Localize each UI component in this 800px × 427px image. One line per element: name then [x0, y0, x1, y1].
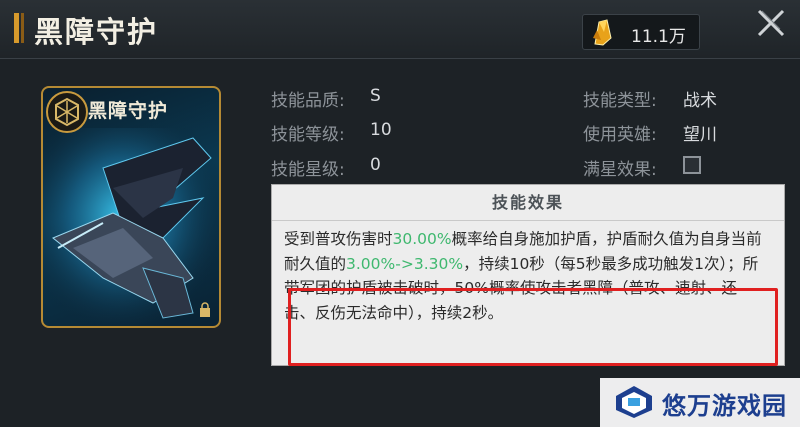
highlight-annotation-box	[288, 288, 778, 366]
currency-display: 11.1万	[582, 14, 700, 50]
title-accent-bar	[14, 13, 19, 43]
effect-highlight-shield: 3.00%->3.30%	[346, 254, 464, 273]
card-title: 黑障守护	[88, 100, 169, 122]
page-title: 黑障守护	[34, 15, 159, 49]
skill-illustration	[43, 128, 219, 326]
lock-badge-icon	[200, 302, 210, 317]
star-label: 技能星级:	[271, 160, 345, 180]
yellow-crystal-icon	[593, 19, 612, 46]
skill-card: 黑障守护	[41, 86, 221, 328]
hexagon-emblem-icon	[46, 91, 88, 133]
fullstar-checkbox[interactable]	[683, 156, 701, 174]
quality-value: S	[370, 86, 381, 106]
effect-divider	[272, 220, 784, 221]
fullstar-label: 满星效果:	[583, 160, 657, 180]
effect-text-part: 受到普攻伤害时	[284, 230, 393, 248]
hero-label: 使用英雄:	[583, 125, 657, 145]
effect-header: 技能效果	[491, 193, 564, 212]
title-accent-bar-secondary	[21, 13, 24, 43]
quality-label: 技能品质:	[271, 91, 345, 111]
effect-highlight-chance: 30.00%	[392, 230, 452, 248]
watermark: 悠万游戏园	[600, 378, 800, 427]
close-button[interactable]	[740, 0, 800, 50]
close-icon	[757, 9, 785, 37]
watermark-logo-icon	[616, 386, 652, 418]
level-label: 技能等级:	[271, 125, 345, 145]
top-bar: 黑障守护 11.1万	[0, 0, 800, 59]
hero-value: 望川	[683, 125, 717, 145]
watermark-text: 悠万游戏园	[662, 392, 787, 420]
type-value: 战术	[683, 91, 717, 111]
star-value: 0	[370, 155, 381, 175]
currency-value: 11.1万	[631, 27, 686, 47]
level-value: 10	[370, 120, 392, 140]
type-label: 技能类型:	[583, 91, 657, 111]
